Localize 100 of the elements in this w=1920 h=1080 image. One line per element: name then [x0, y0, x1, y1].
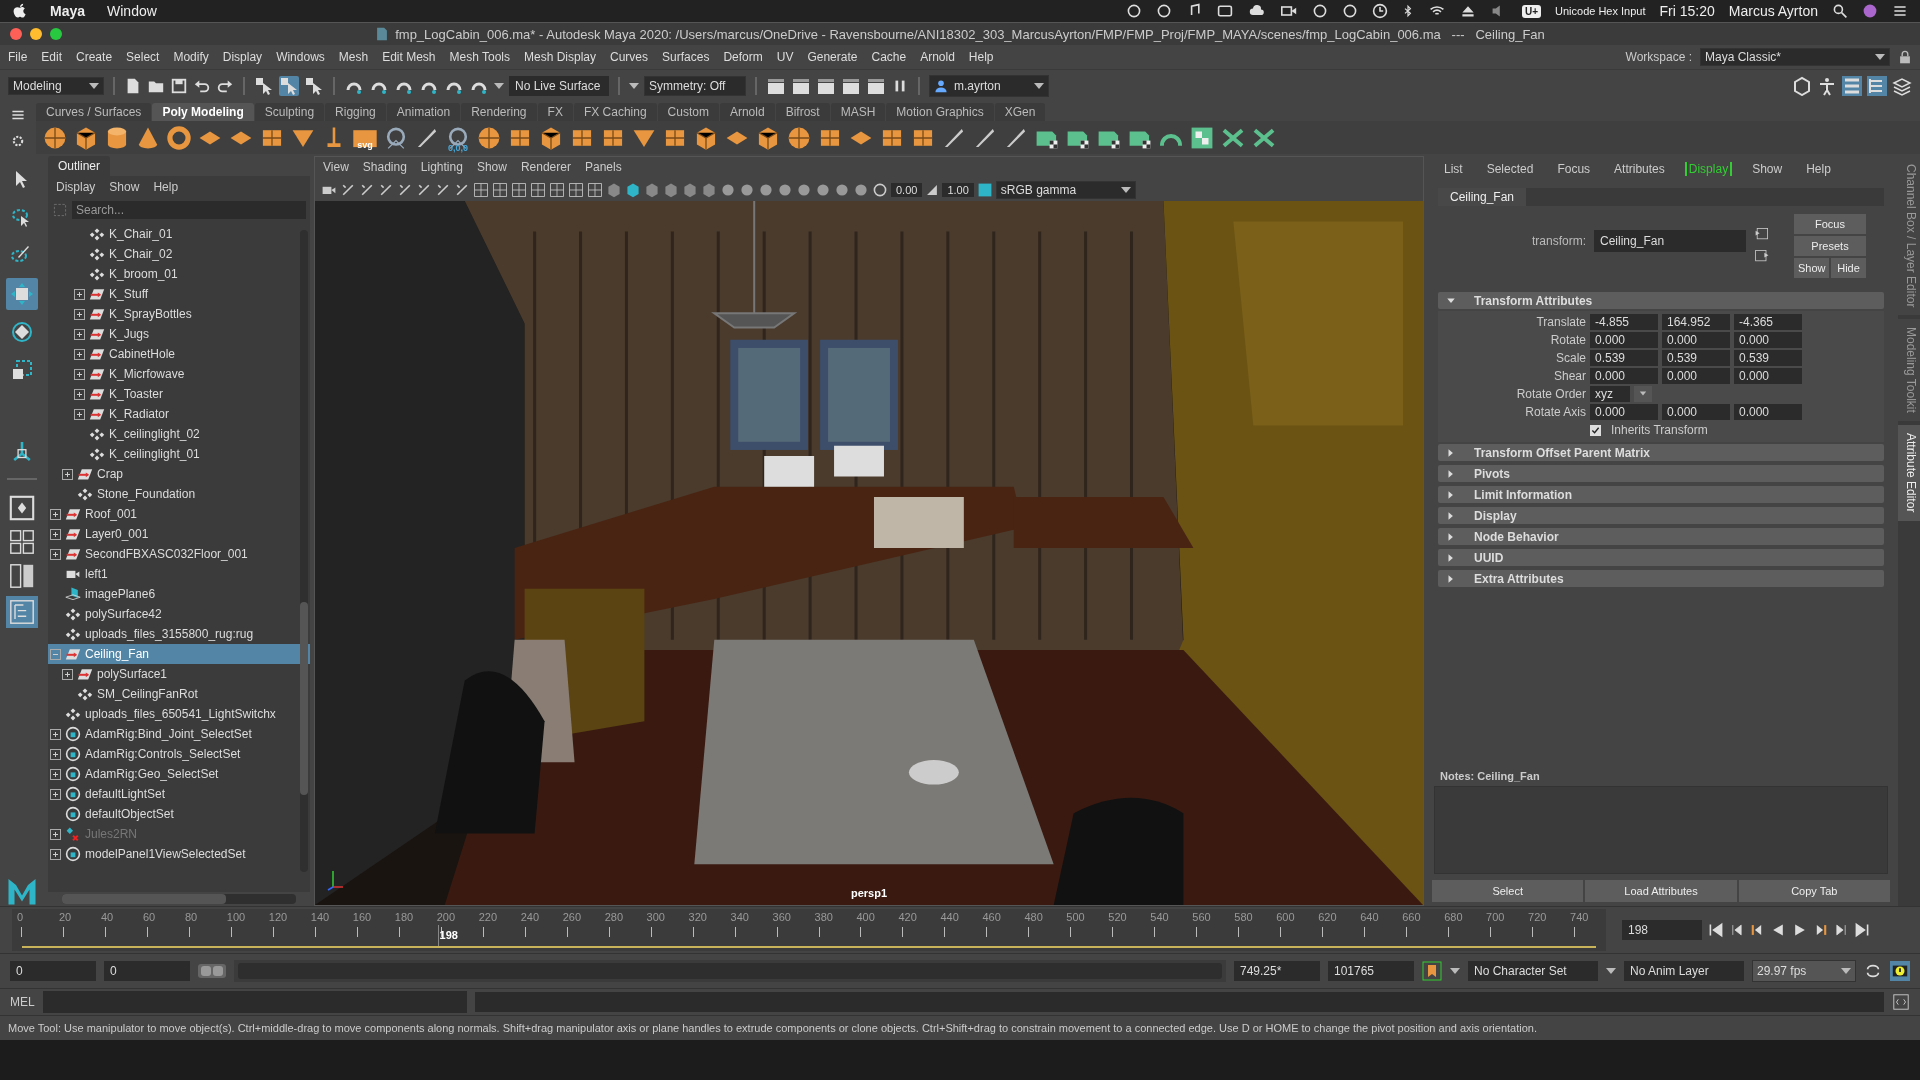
sphere-icon[interactable]	[777, 182, 793, 198]
tool-glyph-icon[interactable]	[454, 182, 470, 198]
range-end-field[interactable]: 749.25*	[1234, 961, 1320, 981]
step-forward-icon[interactable]	[1834, 922, 1848, 938]
number-field[interactable]: 0.000	[1590, 368, 1658, 384]
outliner-item[interactable]: SM_CeilingFanRot	[48, 684, 310, 704]
shelf-tab[interactable]: Bifrost	[775, 103, 830, 122]
shelf-tab[interactable]: FX Caching	[573, 103, 657, 122]
rotate-order-dropdown[interactable]: xyz	[1590, 386, 1630, 402]
outliner-item[interactable]: AdamRig:Geo_SelectSet	[48, 764, 310, 784]
outliner-item[interactable]: CabinetHole	[48, 344, 310, 364]
outliner-item[interactable]: uploads_files_650541_LightSwitchx	[48, 704, 310, 724]
auto-key-icon[interactable]	[1422, 961, 1442, 981]
menu-item[interactable]: List	[1440, 162, 1467, 176]
number-field[interactable]: 0.000	[1662, 332, 1730, 348]
expand-icon[interactable]	[62, 468, 73, 480]
color-space-dropdown[interactable]: sRGB gamma	[995, 181, 1136, 199]
script-editor-icon[interactable]	[1892, 993, 1910, 1011]
search-icon[interactable]	[1832, 3, 1848, 19]
expand-icon[interactable]	[50, 728, 61, 740]
tool-glyph-icon[interactable]	[359, 182, 375, 198]
outliner-item[interactable]: Layer0_001	[48, 524, 310, 544]
four-pane-icon[interactable]	[8, 528, 36, 556]
menu-item[interactable]: Mesh	[338, 50, 369, 64]
menu-item[interactable]: Panels	[584, 160, 622, 176]
shelf-tab[interactable]: Sculpting	[254, 103, 325, 122]
clock-icon[interactable]	[1371, 3, 1388, 19]
node-tab[interactable]: Ceiling_Fan	[1438, 188, 1527, 206]
shelf-tab[interactable]: Custom	[657, 103, 719, 122]
workspace-dropdown[interactable]: Maya Classic*	[1700, 48, 1890, 66]
outliner-item[interactable]: K_Radiator	[48, 404, 310, 424]
step-back-icon[interactable]	[1730, 922, 1744, 938]
outliner-item[interactable]: uploads_files_3155800_rug:rug	[48, 624, 310, 644]
sphere-icon[interactable]	[815, 182, 831, 198]
outliner-layout-icon[interactable]	[8, 598, 36, 626]
number-field[interactable]: 0.000	[1734, 368, 1802, 384]
outliner-item[interactable]: K_Chair_01	[48, 224, 310, 244]
shelf-tab[interactable]: Animation	[386, 103, 461, 122]
menu-item[interactable]: Generate	[807, 50, 858, 64]
grid-icon[interactable]	[511, 182, 527, 198]
grid-icon[interactable]	[568, 182, 584, 198]
menu-item[interactable]: Shading	[362, 160, 407, 176]
menu-item[interactable]: View	[323, 160, 349, 176]
end-frame-field[interactable]: 101765	[1328, 961, 1414, 981]
menu-item[interactable]: Show	[109, 180, 140, 194]
section-header[interactable]: Node Behavior	[1438, 528, 1884, 545]
live-surface-field[interactable]: No Live Surface	[509, 76, 609, 96]
start-frame-field[interactable]: 0	[10, 961, 96, 981]
close-button[interactable]	[10, 28, 22, 40]
app-menu[interactable]: Maya	[50, 3, 86, 19]
menu-item[interactable]: Lighting	[420, 160, 463, 176]
outliner-item[interactable]: K_broom_01	[48, 264, 310, 284]
clapperboard-icon[interactable]	[791, 76, 811, 96]
panel-button[interactable]: Select	[1432, 880, 1584, 902]
menu-set-dropdown[interactable]: Modeling	[8, 77, 104, 95]
fps-dropdown[interactable]: 29.97 fps	[1752, 960, 1856, 982]
menu-item[interactable]: Modify	[173, 50, 209, 64]
number-field[interactable]: 0.539	[1734, 350, 1802, 366]
figure-icon[interactable]	[1817, 76, 1837, 96]
grid-icon[interactable]	[473, 182, 489, 198]
section-header[interactable]: Limit Information	[1438, 486, 1884, 503]
outliner-item[interactable]: Ceiling_Fan	[48, 644, 310, 664]
menu-item[interactable]: Create	[76, 50, 113, 64]
window-icon[interactable]	[1215, 3, 1234, 19]
expand-icon[interactable]	[50, 528, 61, 540]
menu-item[interactable]: Display	[222, 50, 263, 64]
clapperboard-icon[interactable]	[766, 76, 786, 96]
orb-icon[interactable]	[1862, 3, 1878, 19]
shelf-tab[interactable]: Rigging	[325, 103, 386, 122]
loop-icon[interactable]	[1864, 962, 1882, 980]
clapperboard-icon[interactable]	[816, 76, 836, 96]
menu-item[interactable]: Show	[1748, 162, 1787, 176]
apple-logo-icon[interactable]	[12, 2, 28, 20]
character-set-field[interactable]: No Character Set	[1468, 961, 1598, 981]
number-field[interactable]: 0.539	[1590, 350, 1658, 366]
menu-item[interactable]: Cache	[871, 50, 907, 64]
number-field[interactable]: 0.000	[1662, 368, 1730, 384]
expand-icon[interactable]	[74, 308, 85, 320]
outliner-item[interactable]: K_Micrfowave	[48, 364, 310, 384]
accessibility-icon[interactable]	[1341, 3, 1358, 19]
expand-icon[interactable]	[74, 368, 85, 380]
circle-icon[interactable]	[1155, 3, 1172, 19]
gamma-icon[interactable]	[925, 183, 940, 197]
number-field[interactable]: 164.952	[1662, 314, 1730, 330]
outliner-item[interactable]: polySurface42	[48, 604, 310, 624]
menu-item[interactable]: Mesh Tools	[449, 50, 510, 64]
skip-to-start-icon[interactable]	[1708, 922, 1724, 938]
command-language-label[interactable]: MEL	[10, 995, 35, 1009]
circle-icon[interactable]	[1125, 3, 1142, 19]
expand-icon[interactable]	[74, 408, 85, 420]
expand-icon[interactable]	[62, 668, 73, 680]
search-field[interactable]: Search...	[72, 201, 306, 219]
outliner-item[interactable]: imagePlane6	[48, 584, 310, 604]
menu-item[interactable]: Surfaces	[662, 50, 710, 64]
outliner-item[interactable]: defaultObjectSet	[48, 804, 310, 824]
tool-glyph-icon[interactable]	[416, 182, 432, 198]
user-dropdown[interactable]: m.ayrton	[929, 75, 1049, 97]
range-start-field[interactable]: 0	[104, 961, 190, 981]
expand-icon[interactable]	[74, 288, 85, 300]
cube-icon[interactable]	[625, 182, 641, 198]
